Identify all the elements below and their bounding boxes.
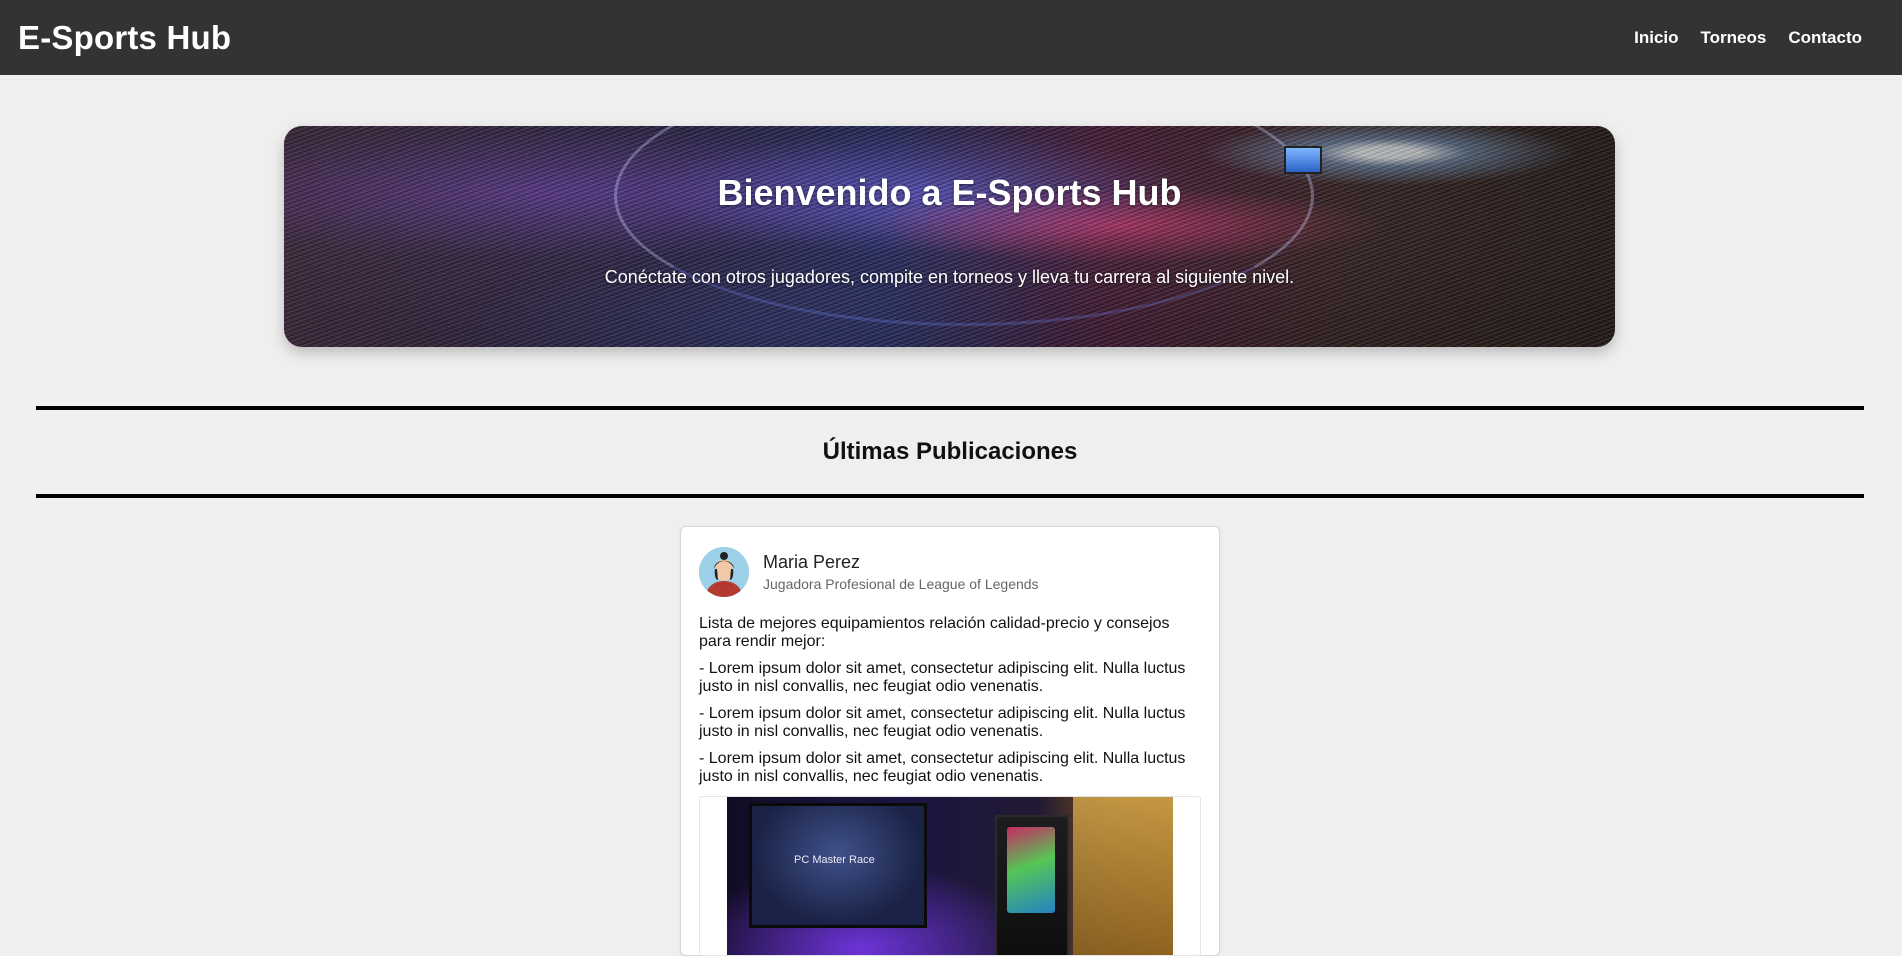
avatar[interactable] <box>699 547 749 597</box>
site-logo-text[interactable]: E-Sports Hub <box>18 19 231 57</box>
pc-tower-image <box>995 815 1069 955</box>
author-name[interactable]: Maria Perez <box>763 552 1039 573</box>
wall-poster-image <box>1073 797 1173 955</box>
section-divider-top <box>36 406 1864 410</box>
stage-screen-image <box>1284 146 1322 174</box>
rgb-lights <box>1007 827 1055 913</box>
post-intro: Lista de mejores equipamientos relación … <box>699 615 1170 650</box>
section-title: Últimas Publicaciones <box>822 438 1078 465</box>
main-nav: Inicio Torneos Contacto <box>1634 28 1862 48</box>
user-avatar-icon <box>699 547 749 597</box>
nav-link-contacto[interactable]: Contacto <box>1788 28 1862 48</box>
hero-title: Bienvenido a E-Sports Hub <box>717 172 1182 213</box>
nav-link-torneos[interactable]: Torneos <box>1701 28 1767 48</box>
author-role: Jugadora Profesional de League of Legend… <box>763 576 1039 592</box>
post-list-item: - Lorem ipsum dolor sit amet, consectetu… <box>699 660 1186 695</box>
post-card: Maria Perez Jugadora Profesional de Leag… <box>680 526 1220 956</box>
post-list-item: - Lorem ipsum dolor sit amet, consectetu… <box>699 705 1186 740</box>
gaming-setup-photo: PC Master Race <box>727 797 1173 955</box>
nav-link-inicio[interactable]: Inicio <box>1634 28 1678 48</box>
hero-banner: Bienvenido a E-Sports Hub Conéctate con … <box>284 126 1615 347</box>
hero-subtitle: Conéctate con otros jugadores, compite e… <box>604 267 1295 287</box>
monitor-text: PC Master Race <box>794 854 875 866</box>
section-divider-bottom <box>36 494 1864 498</box>
arena-crowd-image <box>614 126 1314 326</box>
top-navbar: E-Sports Hub Inicio Torneos Contacto <box>0 0 1902 75</box>
post-author: Maria Perez Jugadora Profesional de Leag… <box>699 547 1201 597</box>
post-list-item: - Lorem ipsum dolor sit amet, consectetu… <box>699 750 1186 785</box>
post-body: Lista de mejores equipamientos relación … <box>699 615 1201 786</box>
post-image[interactable]: PC Master Race <box>699 796 1201 956</box>
monitor-image: PC Master Race <box>749 803 927 928</box>
